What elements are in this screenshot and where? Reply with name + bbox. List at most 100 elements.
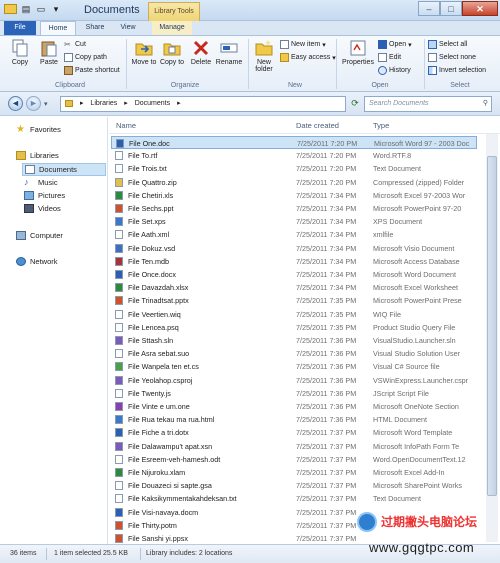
nav-item-music[interactable]: ♪ Music	[24, 178, 58, 188]
maximize-button[interactable]: □	[440, 1, 462, 16]
nav-item-computer[interactable]: Computer	[16, 231, 63, 240]
breadcrumb[interactable]: ▸ Libraries ▸ Documents ▸	[60, 96, 346, 112]
nav-label: Documents	[39, 165, 77, 174]
rename-button[interactable]: Rename	[214, 39, 244, 66]
file-row[interactable]: File Twenty.js 7/25/2011 7:36 PM JScript S…	[111, 387, 477, 400]
file-row[interactable]: File One.doc 7/25/2011 7:20 PM Microsoft W…	[111, 136, 477, 149]
close-button[interactable]: ✕	[462, 1, 498, 16]
file-row[interactable]: File Yeolahop.csproj 7/25/2011 7:36 PM VSW…	[111, 374, 477, 387]
file-date: 7/25/2011 7:20 PM	[296, 177, 357, 187]
tab-manage[interactable]: Manage	[152, 21, 192, 35]
column-header-name[interactable]: Name	[116, 121, 136, 130]
search-input[interactable]: Search Documents ⚲	[364, 96, 492, 112]
history-button[interactable]: History	[378, 66, 411, 75]
back-button[interactable]: ◄	[8, 96, 23, 111]
file-row[interactable]: File Chetiri.xls 7/25/2011 7:34 PM Microso…	[111, 189, 477, 202]
select-none-button[interactable]: Select none	[428, 53, 476, 62]
copy-path-label: Copy path	[75, 54, 107, 61]
nav-item-favorites[interactable]: ★ Favorites	[16, 125, 61, 135]
breadcrumb-documents[interactable]: Documents	[135, 100, 170, 107]
cut-button[interactable]: ✂ Cut	[64, 40, 86, 49]
nav-item-libraries[interactable]: Libraries	[16, 151, 59, 160]
tab-view[interactable]: View	[114, 21, 142, 35]
refresh-button[interactable]: ⟳	[348, 96, 362, 112]
nav-item-videos[interactable]: Videos	[24, 204, 61, 213]
file-row[interactable]: File Trinadtsat.pptx 7/25/2011 7:35 PM Mic…	[111, 294, 477, 307]
easy-access-button[interactable]: Easy access ▾	[280, 53, 336, 62]
file-row[interactable]: File To.rtf 7/25/2011 7:20 PM Word.RTF.8	[111, 149, 477, 162]
file-type: Text Document	[373, 164, 421, 174]
file-row[interactable]: File Douazeci si sapte.gsa 7/25/2011 7:37…	[111, 479, 477, 492]
new-folder-button[interactable]: New folder	[250, 39, 278, 73]
recent-locations-button[interactable]: ▾	[44, 100, 48, 108]
file-row[interactable]: File Sttash.sln 7/25/2011 7:36 PM VisualSt…	[111, 334, 477, 347]
file-row[interactable]: File Set.xps 7/25/2011 7:34 PM XPS Documen…	[111, 215, 477, 228]
clipboard-group-label: Clipboard	[55, 82, 85, 89]
file-date: 7/25/2011 7:34 PM	[296, 190, 357, 200]
delete-button[interactable]: Delete	[188, 39, 214, 66]
file-icon	[115, 520, 123, 530]
file-row[interactable]: File Vinte e um.one 7/25/2011 7:36 PM Micr…	[111, 400, 477, 413]
file-row[interactable]: File Aath.xml 7/25/2011 7:34 PM xmlfile	[111, 228, 477, 241]
file-date: 7/25/2011 7:37 PM	[296, 507, 357, 517]
easy-access-label: Easy access	[291, 54, 331, 61]
new-item-button[interactable]: New item ▾	[280, 40, 326, 49]
properties-icon[interactable]: ▤	[20, 3, 32, 15]
chevron-down-icon[interactable]: ▾	[50, 3, 62, 15]
move-to-button[interactable]: Move to	[130, 39, 158, 66]
column-header-date[interactable]: Date created	[296, 121, 339, 130]
file-row[interactable]: File Trois.txt 7/25/2011 7:20 PM Text Docu…	[111, 162, 477, 175]
file-row[interactable]: File Rua tekau ma rua.html 7/25/2011 7:36…	[111, 413, 477, 426]
file-row[interactable]: File Ten.mdb 7/25/2011 7:34 PM Microsoft A…	[111, 255, 477, 268]
file-row[interactable]: File Davazdah.xlsx 7/25/2011 7:34 PM Micro…	[111, 281, 477, 294]
minimize-button[interactable]: –	[418, 1, 440, 16]
vertical-scrollbar[interactable]	[486, 134, 498, 542]
open-button[interactable]: Open ▾	[378, 40, 412, 49]
file-row[interactable]: File Sechs.ppt 7/25/2011 7:34 PM Microsoft…	[111, 202, 477, 215]
ribbon-tabs: File Home Share View Manage	[0, 21, 500, 35]
tab-file[interactable]: File	[4, 21, 36, 35]
file-row[interactable]: File Wanpela ten et.cs 7/25/2011 7:36 PM V…	[111, 360, 477, 373]
copy-to-button[interactable]: Copy to	[158, 39, 186, 66]
file-type: WIQ File	[373, 309, 401, 319]
libraries-icon	[65, 99, 73, 107]
forward-button[interactable]: ►	[26, 96, 41, 111]
edit-button[interactable]: Edit	[378, 53, 401, 62]
file-row[interactable]: File Dalawampu't apat.xsn 7/25/2011 7:37 …	[111, 440, 477, 453]
file-row[interactable]: File Once.docx 7/25/2011 7:34 PM Microsoft…	[111, 268, 477, 281]
file-row[interactable]: File Kaksikymmentakahdeksan.txt 7/25/2011…	[111, 492, 477, 505]
file-row[interactable]: File Dokuz.vsd 7/25/2011 7:34 PM Microsoft…	[111, 242, 477, 255]
new-folder-icon[interactable]: ▭	[35, 3, 47, 15]
properties-button[interactable]: Properties	[340, 39, 376, 66]
paste-shortcut-icon	[64, 66, 73, 75]
copy-button[interactable]: Copy	[6, 39, 34, 66]
file-row[interactable]: File Veertien.wiq 7/25/2011 7:35 PM WIQ Fi…	[111, 308, 477, 321]
file-icon	[115, 534, 123, 543]
file-row[interactable]: File Asra sebat.suo 7/25/2011 7:36 PM Visu…	[111, 347, 477, 360]
copy-path-icon	[64, 53, 73, 62]
paste-button[interactable]: Paste	[36, 39, 62, 66]
nav-item-documents[interactable]: Documents	[22, 163, 106, 176]
scrollbar-thumb[interactable]	[487, 156, 497, 496]
quick-access-toolbar: ▤ ▭ ▾	[4, 3, 62, 15]
file-row[interactable]: File Fiche a tri.dotx 7/25/2011 7:37 PM Mi…	[111, 426, 477, 439]
file-row[interactable]: File Nijuroku.xlam 7/25/2011 7:37 PM Micro…	[111, 466, 477, 479]
tab-home[interactable]: Home	[40, 21, 76, 35]
window-title: Documents	[84, 4, 140, 16]
paste-shortcut-button[interactable]: Paste shortcut	[64, 66, 120, 75]
file-row[interactable]: File Lencea.psq 7/25/2011 7:35 PM Product …	[111, 321, 477, 334]
invert-selection-button[interactable]: Invert selection	[428, 66, 486, 75]
select-all-button[interactable]: Select all	[428, 40, 467, 49]
column-header-type[interactable]: Type	[373, 121, 389, 130]
new-group-label: New	[287, 82, 302, 89]
nav-item-network[interactable]: Network	[16, 257, 58, 266]
nav-item-pictures[interactable]: Pictures	[24, 191, 65, 200]
file-row[interactable]: File Esreem-veh-hamesh.odt 7/25/2011 7:37…	[111, 453, 477, 466]
tab-share[interactable]: Share	[80, 21, 110, 35]
file-name: File Veertien.wiq	[128, 309, 181, 319]
file-row[interactable]: File Quattro.zip 7/25/2011 7:20 PM Compres…	[111, 176, 477, 189]
file-type: Microsoft Excel 97-2003 Wor	[373, 190, 466, 200]
nav-label: Libraries	[30, 151, 59, 160]
copy-path-button[interactable]: Copy path	[64, 53, 107, 62]
breadcrumb-libraries[interactable]: Libraries	[90, 100, 117, 107]
